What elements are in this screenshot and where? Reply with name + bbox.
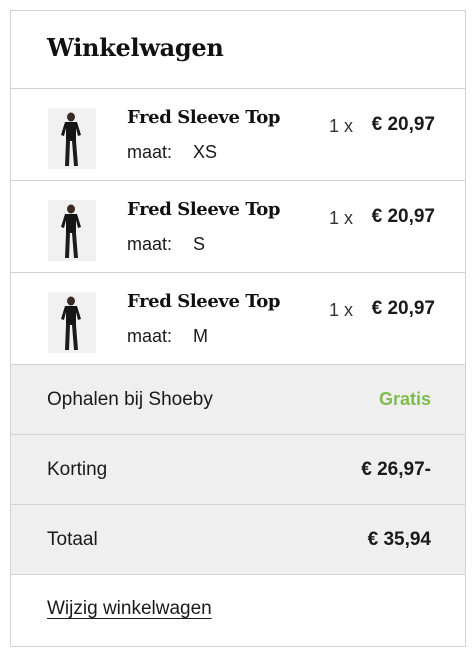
product-thumbnail[interactable] [48, 292, 96, 353]
total-value: € 35,94 [367, 528, 431, 550]
item-price: € 20,97 [371, 298, 435, 319]
product-thumbnail[interactable] [48, 108, 96, 169]
item-size: maat: XS [127, 142, 217, 163]
item-size: maat: S [127, 234, 205, 255]
cart-item: Fred Sleeve Top maat: S 1 x € 20,97 [11, 181, 465, 273]
cart-item: Fred Sleeve Top maat: M 1 x € 20,97 [11, 273, 465, 365]
product-image-icon [48, 200, 96, 261]
cart-summary: Winkelwagen Fred Sleeve Top maat: XS 1 x… [10, 10, 466, 647]
cart-title: Winkelwagen [47, 33, 224, 62]
shipping-label: Ophalen bij Shoeby [47, 388, 213, 410]
size-value: M [193, 326, 209, 346]
item-quantity: 1 x [329, 116, 354, 136]
item-size: maat: M [127, 326, 208, 347]
item-name[interactable]: Fred Sleeve Top [127, 107, 280, 128]
product-thumbnail[interactable] [48, 200, 96, 261]
size-label: maat: [127, 142, 173, 162]
product-image-icon [48, 108, 96, 169]
cart-item: Fred Sleeve Top maat: XS 1 x € 20,97 [11, 89, 465, 181]
shipping-value: Gratis [378, 389, 431, 409]
discount-label: Korting [47, 458, 108, 480]
item-quantity: 1 x [329, 300, 354, 320]
item-price: € 20,97 [371, 206, 435, 227]
size-value: XS [193, 142, 218, 162]
size-label: maat: [127, 234, 173, 254]
product-image-icon [48, 292, 96, 353]
size-label: maat: [127, 326, 173, 346]
edit-cart-link[interactable]: Wijzig winkelwagen [47, 598, 212, 620]
item-name[interactable]: Fred Sleeve Top [127, 199, 280, 220]
total-row: Totaal € 35,94 [11, 505, 465, 575]
size-value: S [193, 234, 206, 254]
item-quantity: 1 x [329, 208, 354, 228]
discount-value: € 26,97- [361, 458, 431, 480]
item-name[interactable]: Fred Sleeve Top [127, 291, 280, 312]
cart-footer: Wijzig winkelwagen [11, 575, 465, 643]
discount-row: Korting € 26,97- [11, 435, 465, 505]
shipping-row: Ophalen bij Shoeby Gratis [11, 365, 465, 435]
total-label: Totaal [47, 528, 98, 550]
item-price: € 20,97 [371, 114, 435, 135]
cart-header: Winkelwagen [11, 11, 465, 89]
